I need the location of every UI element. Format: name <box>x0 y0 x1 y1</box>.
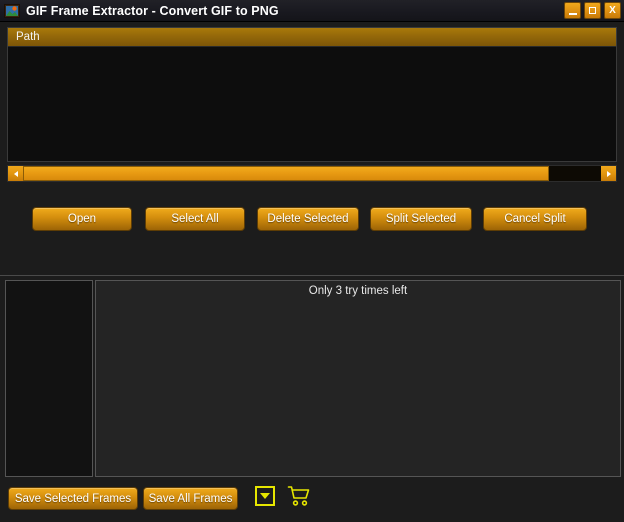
close-button[interactable]: X <box>604 2 621 19</box>
status-message: Only 3 try times left <box>308 285 408 297</box>
dropdown-button[interactable] <box>255 486 275 506</box>
close-icon: X <box>609 4 616 16</box>
lower-section: Only 3 try times left Save Selected Fram… <box>0 276 624 522</box>
title-bar: GIF Frame Extractor - Convert GIF to PNG… <box>0 0 624 22</box>
file-list-body[interactable] <box>8 47 616 161</box>
horizontal-scrollbar[interactable] <box>7 165 617 182</box>
cancel-split-button[interactable]: Cancel Split <box>483 207 587 231</box>
save-selected-frames-button[interactable]: Save Selected Frames <box>8 487 138 510</box>
window-controls: X <box>564 2 621 19</box>
maximize-icon <box>589 7 596 14</box>
scroll-right-button[interactable] <box>601 166 616 181</box>
chevron-left-icon <box>13 170 18 177</box>
scrollbar-track[interactable] <box>23 166 601 181</box>
shopping-cart-button[interactable] <box>287 485 311 507</box>
chevron-down-icon <box>260 493 270 499</box>
bottom-toolbar: Save Selected Frames Save All Frames <box>0 483 624 522</box>
frames-list-panel[interactable]: Only 3 try times left <box>95 280 621 477</box>
save-all-frames-button[interactable]: Save All Frames <box>143 487 238 510</box>
scrollbar-thumb[interactable] <box>23 166 549 181</box>
scroll-left-button[interactable] <box>8 166 23 181</box>
delete-selected-button[interactable]: Delete Selected <box>257 207 359 231</box>
split-selected-button[interactable]: Split Selected <box>370 207 472 231</box>
select-all-button[interactable]: Select All <box>145 207 245 231</box>
file-list-panel[interactable]: Path <box>7 27 617 162</box>
window-title: GIF Frame Extractor - Convert GIF to PNG <box>26 3 279 18</box>
open-button[interactable]: Open <box>32 207 132 231</box>
column-header-label: Path <box>16 31 40 43</box>
minimize-button[interactable] <box>564 2 581 19</box>
column-header-path[interactable]: Path <box>8 28 616 47</box>
minimize-icon <box>568 12 577 15</box>
chevron-right-icon <box>606 170 611 177</box>
image-thumbnail-icon <box>4 3 20 18</box>
frame-preview-panel[interactable] <box>5 280 93 477</box>
maximize-button[interactable] <box>584 2 601 19</box>
application-window: GIF Frame Extractor - Convert GIF to PNG… <box>0 0 624 522</box>
action-button-row: Open Select All Delete Selected Split Se… <box>0 207 624 231</box>
